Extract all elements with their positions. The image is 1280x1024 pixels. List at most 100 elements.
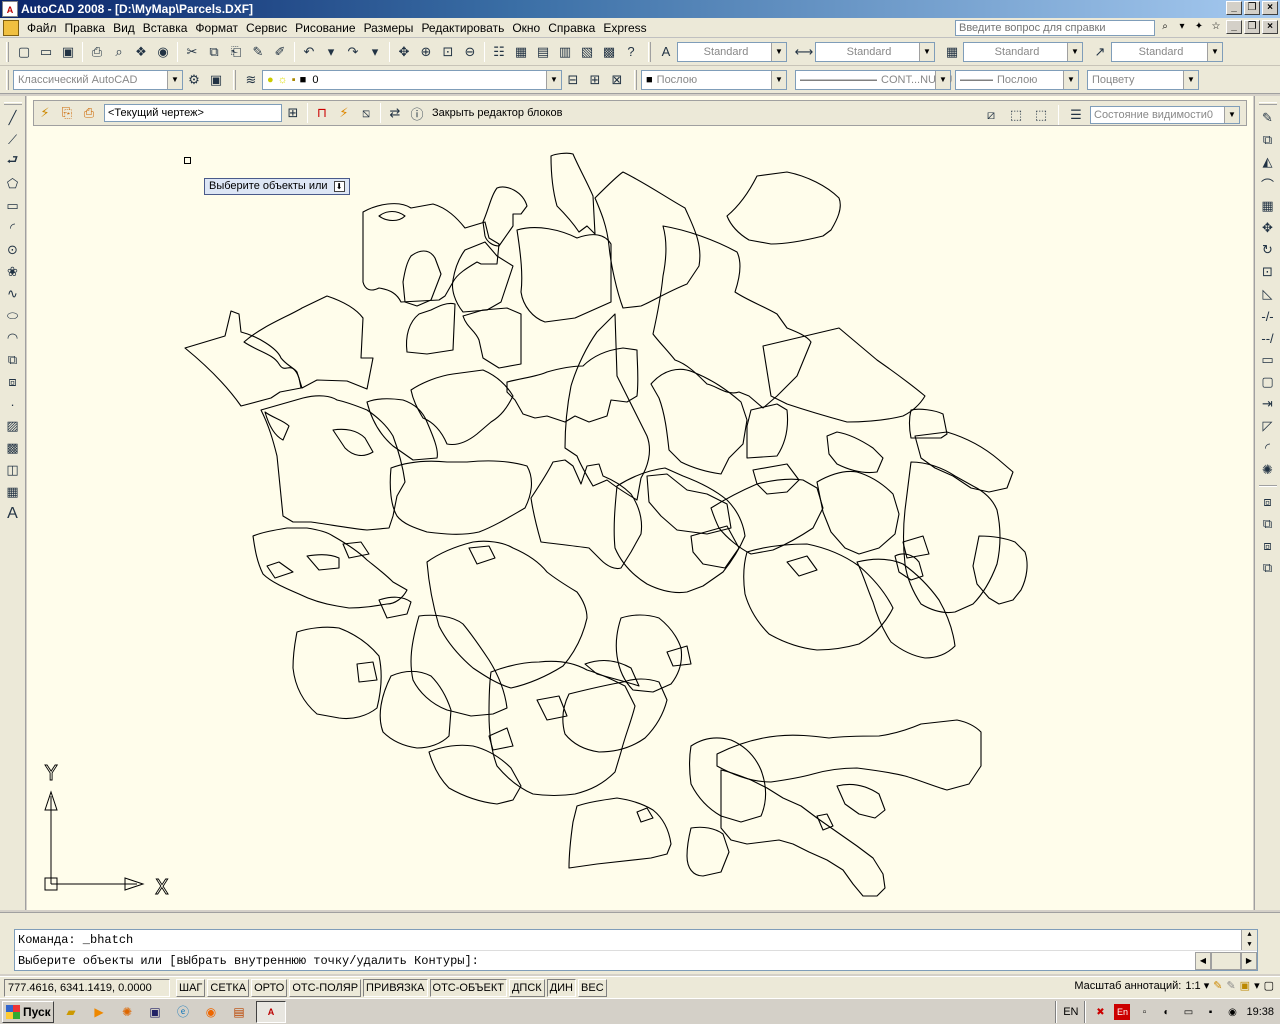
ducs-toggle[interactable]: ДПСК bbox=[508, 978, 545, 997]
design-center-icon[interactable]: ▦ bbox=[510, 41, 532, 63]
otrack-toggle[interactable]: ОТС-ОБЪЕКТ bbox=[429, 978, 507, 997]
lineweight-select[interactable]: ——— Послою ▼ bbox=[955, 69, 1079, 90]
markup-icon[interactable]: ▧ bbox=[576, 41, 598, 63]
explode-icon[interactable]: ✺ bbox=[1257, 459, 1279, 481]
region-icon[interactable]: ◫ bbox=[2, 459, 24, 481]
3d-dwf-icon[interactable]: ◉ bbox=[152, 41, 174, 63]
color-select[interactable]: ■ Послою ▼ bbox=[641, 69, 787, 90]
network-icon[interactable]: ▭ bbox=[1180, 1004, 1196, 1020]
current-drawing-field[interactable] bbox=[104, 104, 282, 122]
fillet-icon[interactable]: ◜ bbox=[1257, 437, 1279, 459]
offset-icon[interactable]: ⌒ bbox=[1257, 173, 1279, 195]
firefox-icon[interactable]: ◉ bbox=[200, 1001, 222, 1023]
multileader-style-icon[interactable]: ↗ bbox=[1089, 41, 1111, 63]
trim-icon[interactable]: -/- bbox=[1257, 305, 1279, 327]
info-icon[interactable]: ⓘ bbox=[406, 102, 428, 124]
save-block-icon[interactable]: ⎘ bbox=[56, 102, 78, 124]
table-style-icon[interactable]: ▦ bbox=[941, 41, 963, 63]
maximize-button[interactable]: ❐ bbox=[1244, 1, 1260, 15]
authoring-palettes-icon[interactable]: ⊞ bbox=[282, 102, 304, 124]
menu-modify[interactable]: Редактировать bbox=[417, 21, 508, 35]
gradient-icon[interactable]: ▩ bbox=[2, 437, 24, 459]
make-invisible-icon[interactable]: ⬚ bbox=[1030, 104, 1052, 126]
new-icon[interactable]: ▢ bbox=[13, 41, 35, 63]
dim-style-select[interactable]: Standard ▼ bbox=[815, 41, 935, 62]
app-tray-icon[interactable]: ▫ bbox=[1136, 1004, 1152, 1020]
arc-icon[interactable]: ◜ bbox=[2, 217, 24, 239]
document-icon[interactable] bbox=[3, 19, 19, 36]
toolbar-grip[interactable] bbox=[6, 41, 9, 62]
polygon-icon[interactable]: ⬠ bbox=[2, 173, 24, 195]
construction-line-icon[interactable]: ⟋ bbox=[2, 129, 24, 151]
block-editor-icon[interactable]: ✐ bbox=[269, 41, 291, 63]
keyboard-layout-icon[interactable]: En bbox=[1114, 1004, 1131, 1020]
workspace-select[interactable]: Классический AutoCAD ▼ bbox=[13, 69, 183, 90]
minimize-button[interactable]: _ bbox=[1226, 1, 1242, 15]
chevron-down-icon[interactable]: ▾ bbox=[1254, 979, 1260, 992]
array-icon[interactable]: ▦ bbox=[1257, 195, 1279, 217]
chevron-down-icon[interactable]: ▾ bbox=[1175, 20, 1189, 34]
insert-block-icon[interactable]: ⧉ bbox=[2, 349, 24, 371]
table-icon[interactable]: ▦ bbox=[2, 481, 24, 503]
toolbar-grip[interactable] bbox=[233, 69, 236, 90]
close-block-editor-button[interactable]: Закрыть редактор блоков bbox=[432, 107, 562, 119]
undo-dropdown-icon[interactable]: ▾ bbox=[320, 41, 342, 63]
toolbar-grip[interactable] bbox=[648, 41, 651, 62]
point-icon[interactable]: · bbox=[2, 393, 24, 415]
move-icon[interactable]: ✥ bbox=[1257, 217, 1279, 239]
linetype-select[interactable]: ——————— CONT...NUOU ▼ bbox=[795, 69, 953, 90]
antivirus-icon[interactable]: ✖ bbox=[1092, 1004, 1108, 1020]
parameter-icon[interactable]: ⊓ bbox=[311, 102, 333, 124]
parcels-drawing[interactable] bbox=[27, 96, 1253, 910]
ellipse-arc-icon[interactable]: ◠ bbox=[2, 327, 24, 349]
copy-icon[interactable]: ⧉ bbox=[203, 41, 225, 63]
table-style-select[interactable]: Standard ▼ bbox=[963, 41, 1083, 62]
menu-file[interactable]: Файл bbox=[23, 21, 61, 35]
toolbar-grip[interactable] bbox=[634, 69, 637, 90]
zoom-previous-icon[interactable]: ⊖ bbox=[459, 41, 481, 63]
manage-visibility-states-icon[interactable]: ☰ bbox=[1065, 104, 1087, 126]
open-icon[interactable]: ▭ bbox=[35, 41, 57, 63]
star-icon[interactable]: ☆ bbox=[1209, 20, 1223, 34]
plot-preview-icon[interactable]: ⌕ bbox=[108, 41, 130, 63]
undo-icon[interactable]: ↶ bbox=[298, 41, 320, 63]
star-burst-icon[interactable]: ✺ bbox=[116, 1001, 138, 1023]
media-player-icon[interactable]: ▶ bbox=[88, 1001, 110, 1023]
multileader-style-select[interactable]: Standard ▼ bbox=[1111, 41, 1223, 62]
polar-toggle[interactable]: ОТС-ПОЛЯР bbox=[289, 978, 362, 997]
tool-palettes-icon[interactable]: ▤ bbox=[532, 41, 554, 63]
circle-icon[interactable]: ⊙ bbox=[2, 239, 24, 261]
rotate-icon[interactable]: ↻ bbox=[1257, 239, 1279, 261]
match-properties-icon[interactable]: ✎ bbox=[247, 41, 269, 63]
doc-close-button[interactable]: × bbox=[1262, 20, 1278, 34]
visibility-mode-icon[interactable]: ⧄ bbox=[980, 104, 1002, 126]
plotstyle-select[interactable]: Поцвету ▼ bbox=[1087, 69, 1199, 90]
menu-express[interactable]: Express bbox=[599, 21, 650, 35]
toolbar-grip[interactable] bbox=[1258, 102, 1277, 105]
zoom-realtime-icon[interactable]: ⊕ bbox=[415, 41, 437, 63]
communication-center-icon[interactable]: ✦ bbox=[1192, 20, 1206, 34]
properties-icon[interactable]: ☷ bbox=[488, 41, 510, 63]
dim-style-icon[interactable]: ⟷ bbox=[793, 41, 815, 63]
draworder-under-icon[interactable]: ⧉ bbox=[1257, 557, 1279, 579]
publish-icon[interactable]: ❖ bbox=[130, 41, 152, 63]
help-search-input[interactable] bbox=[955, 20, 1155, 36]
save-block-as-icon[interactable]: ⎙ bbox=[78, 102, 100, 124]
lineweight-toggle[interactable]: ВЕС bbox=[578, 978, 607, 997]
autocad-task-button[interactable]: A bbox=[256, 1000, 286, 1023]
auto-scale-icon[interactable]: ✎ bbox=[1226, 979, 1235, 992]
draworder-back-icon[interactable]: ⧉ bbox=[1257, 513, 1279, 535]
chamfer-icon[interactable]: ◸ bbox=[1257, 415, 1279, 437]
lock-icon[interactable]: ▣ bbox=[1240, 979, 1250, 992]
make-current-layer-icon[interactable]: ⊟ bbox=[562, 69, 584, 91]
polyline-icon[interactable]: ⮐ bbox=[2, 151, 24, 173]
scroll-thumb[interactable] bbox=[1211, 952, 1241, 970]
menu-edit[interactable]: Правка bbox=[61, 21, 110, 35]
edit-block-icon[interactable]: ⚡ bbox=[34, 102, 56, 124]
annotation-scale-select[interactable]: 1:1 ▾ bbox=[1185, 979, 1209, 992]
workspace-settings-icon[interactable]: ⚙ bbox=[183, 69, 205, 91]
menu-window[interactable]: Окно bbox=[508, 21, 544, 35]
menu-dimension[interactable]: Размеры bbox=[360, 21, 418, 35]
action-icon[interactable]: ⚡ bbox=[333, 102, 355, 124]
note-icon[interactable]: ▤ bbox=[228, 1001, 250, 1023]
